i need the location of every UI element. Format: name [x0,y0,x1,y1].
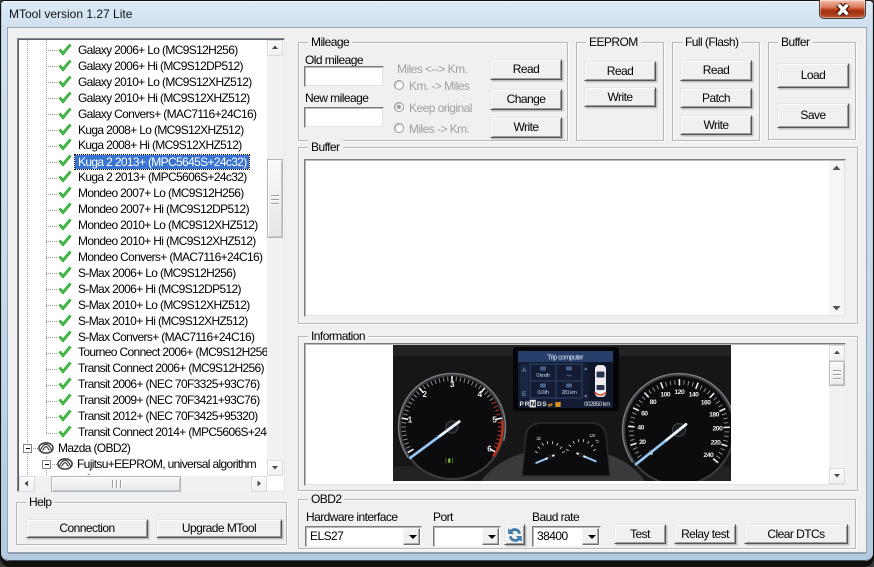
svg-text:⥂: ⥂ [548,402,553,408]
svg-text:120: 120 [675,389,685,396]
svg-text:❲▮❳: ❲▮❳ [444,457,455,464]
svg-text:▮▮: ▮▮ [555,402,561,408]
svg-text:180: 180 [709,411,719,418]
svg-text:0 km/h: 0 km/h [536,373,550,379]
svg-text:0.0 l/h: 0.0 l/h [537,390,549,396]
svg-text:140: 140 [689,392,699,399]
svg-text:40: 40 [637,425,644,432]
svg-text:200: 200 [713,425,723,432]
svg-text:E: E [522,392,526,398]
svg-text:002850 km: 002850 km [584,401,610,408]
svg-text:20: 20 [639,439,646,446]
svg-text:--.-: --.- [567,373,573,379]
svg-text:▲: ▲ [583,366,587,372]
svg-text:240: 240 [704,452,714,459]
svg-text:▼: ▼ [583,394,587,400]
svg-text:160: 160 [701,400,711,407]
svg-text:Trip computer: Trip computer [547,355,584,362]
svg-text:A: A [522,368,526,374]
svg-text:281 km: 281 km [562,390,578,396]
svg-text:80: 80 [650,399,657,406]
svg-text:60: 60 [641,411,648,418]
svg-text:100: 100 [660,391,670,398]
svg-text:220: 220 [711,440,721,447]
